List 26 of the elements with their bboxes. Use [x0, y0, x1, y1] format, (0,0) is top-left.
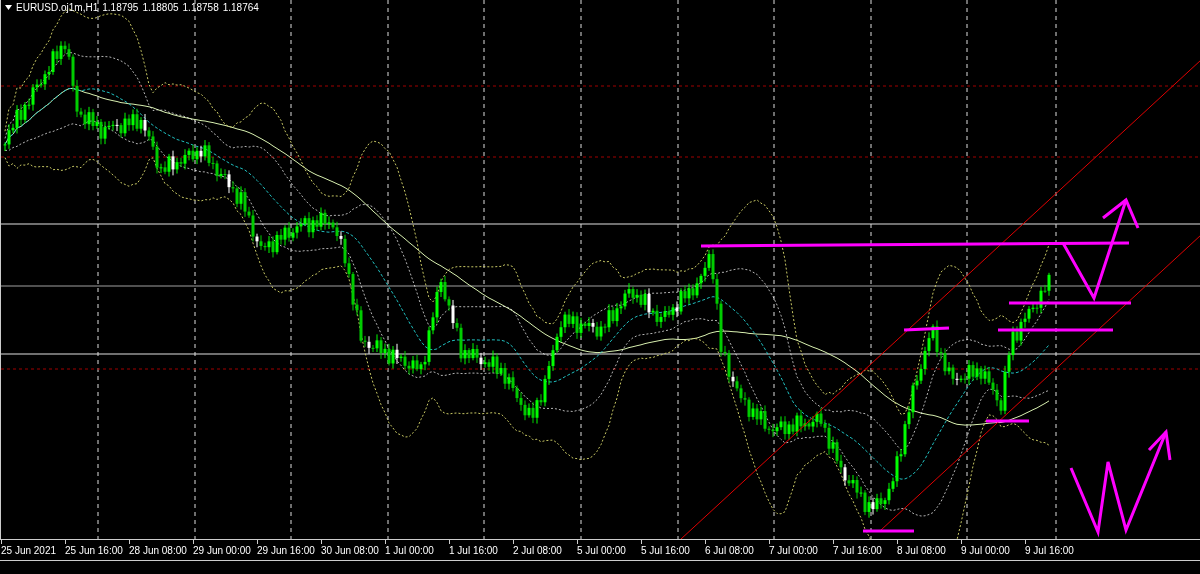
- time-axis-label: 25 Jun 2021: [1, 545, 58, 556]
- time-axis-label: 9 Jul 00:00: [961, 545, 1011, 556]
- time-axis-label: 28 Jun 08:00: [129, 545, 188, 556]
- time-axis-label: 30 Jun 08:00: [321, 545, 380, 556]
- price-quote: 1.18805: [142, 2, 179, 13]
- time-axis-label: 8 Jul 08:00: [897, 545, 947, 556]
- time-axis-label: 29 Jun 16:00: [257, 545, 316, 556]
- marker-line: [863, 529, 914, 533]
- time-axis-label: 25 Jun 16:00: [65, 545, 124, 556]
- time-axis-label: 5 Jul 00:00: [577, 545, 627, 556]
- time-axis-label: 2 Jul 08:00: [513, 545, 563, 556]
- marker-line: [903, 326, 950, 332]
- marker-line: [986, 419, 1029, 423]
- dropdown-caret-icon[interactable]: [5, 5, 12, 10]
- price-quote: 1.18764: [222, 2, 259, 13]
- time-axis-label: 5 Jul 16:00: [641, 545, 691, 556]
- chart-symbol: EURUSD.oj1m,H1: [16, 2, 99, 13]
- price-quote: 1.18758: [182, 2, 219, 13]
- time-axis-label: 7 Jul 16:00: [833, 545, 883, 556]
- time-axis-label: 29 Jun 00:00: [193, 545, 252, 556]
- time-axis-label: 1 Jul 00:00: [385, 545, 435, 556]
- time-axis-label: 1 Jul 16:00: [449, 545, 499, 556]
- time-axis-label: 9 Jul 16:00: [1025, 545, 1075, 556]
- price-quote: 1.18795: [102, 2, 139, 13]
- time-axis-label: 6 Jul 08:00: [705, 545, 755, 556]
- time-axis-label: 7 Jul 00:00: [769, 545, 819, 556]
